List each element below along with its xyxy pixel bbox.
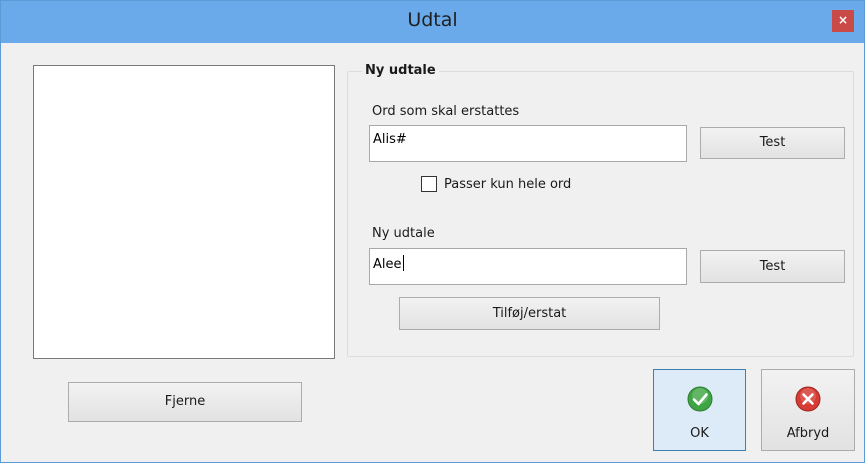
pronunciation-list[interactable]	[33, 65, 335, 359]
word-input[interactable]: Alis#	[369, 125, 687, 162]
test-pronunciation-button[interactable]: Test	[700, 250, 845, 283]
whole-word-checkbox[interactable]	[421, 176, 437, 192]
cancel-button[interactable]: Afbryd	[761, 369, 855, 451]
word-label: Ord som skal erstattes	[372, 104, 520, 119]
word-input-value: Alis#	[373, 132, 407, 147]
dialog-window: Udtal × Ny udtale Ord som skal erstattes…	[0, 0, 865, 463]
test-word-button[interactable]: Test	[700, 127, 845, 159]
pronunciation-input-value: Alee	[373, 257, 402, 272]
pronunciation-label: Ny udtale	[372, 226, 435, 241]
checkmark-circle-icon	[687, 386, 712, 412]
close-button[interactable]: ×	[832, 10, 854, 32]
ok-label: OK	[690, 426, 709, 441]
ok-button[interactable]: OK	[653, 369, 746, 451]
group-title: Ny udtale	[362, 63, 439, 78]
text-caret	[402, 255, 404, 271]
remove-button[interactable]: Fjerne	[68, 382, 302, 422]
whole-word-label[interactable]: Passer kun hele ord	[444, 177, 571, 192]
x-circle-icon	[795, 386, 821, 412]
pronunciation-input[interactable]: Alee	[369, 248, 687, 285]
title-bar[interactable]: Udtal ×	[1, 1, 864, 43]
add-replace-button[interactable]: Tilføj/erstat	[399, 297, 660, 330]
window-title: Udtal	[407, 9, 458, 31]
cancel-label: Afbryd	[786, 426, 830, 441]
